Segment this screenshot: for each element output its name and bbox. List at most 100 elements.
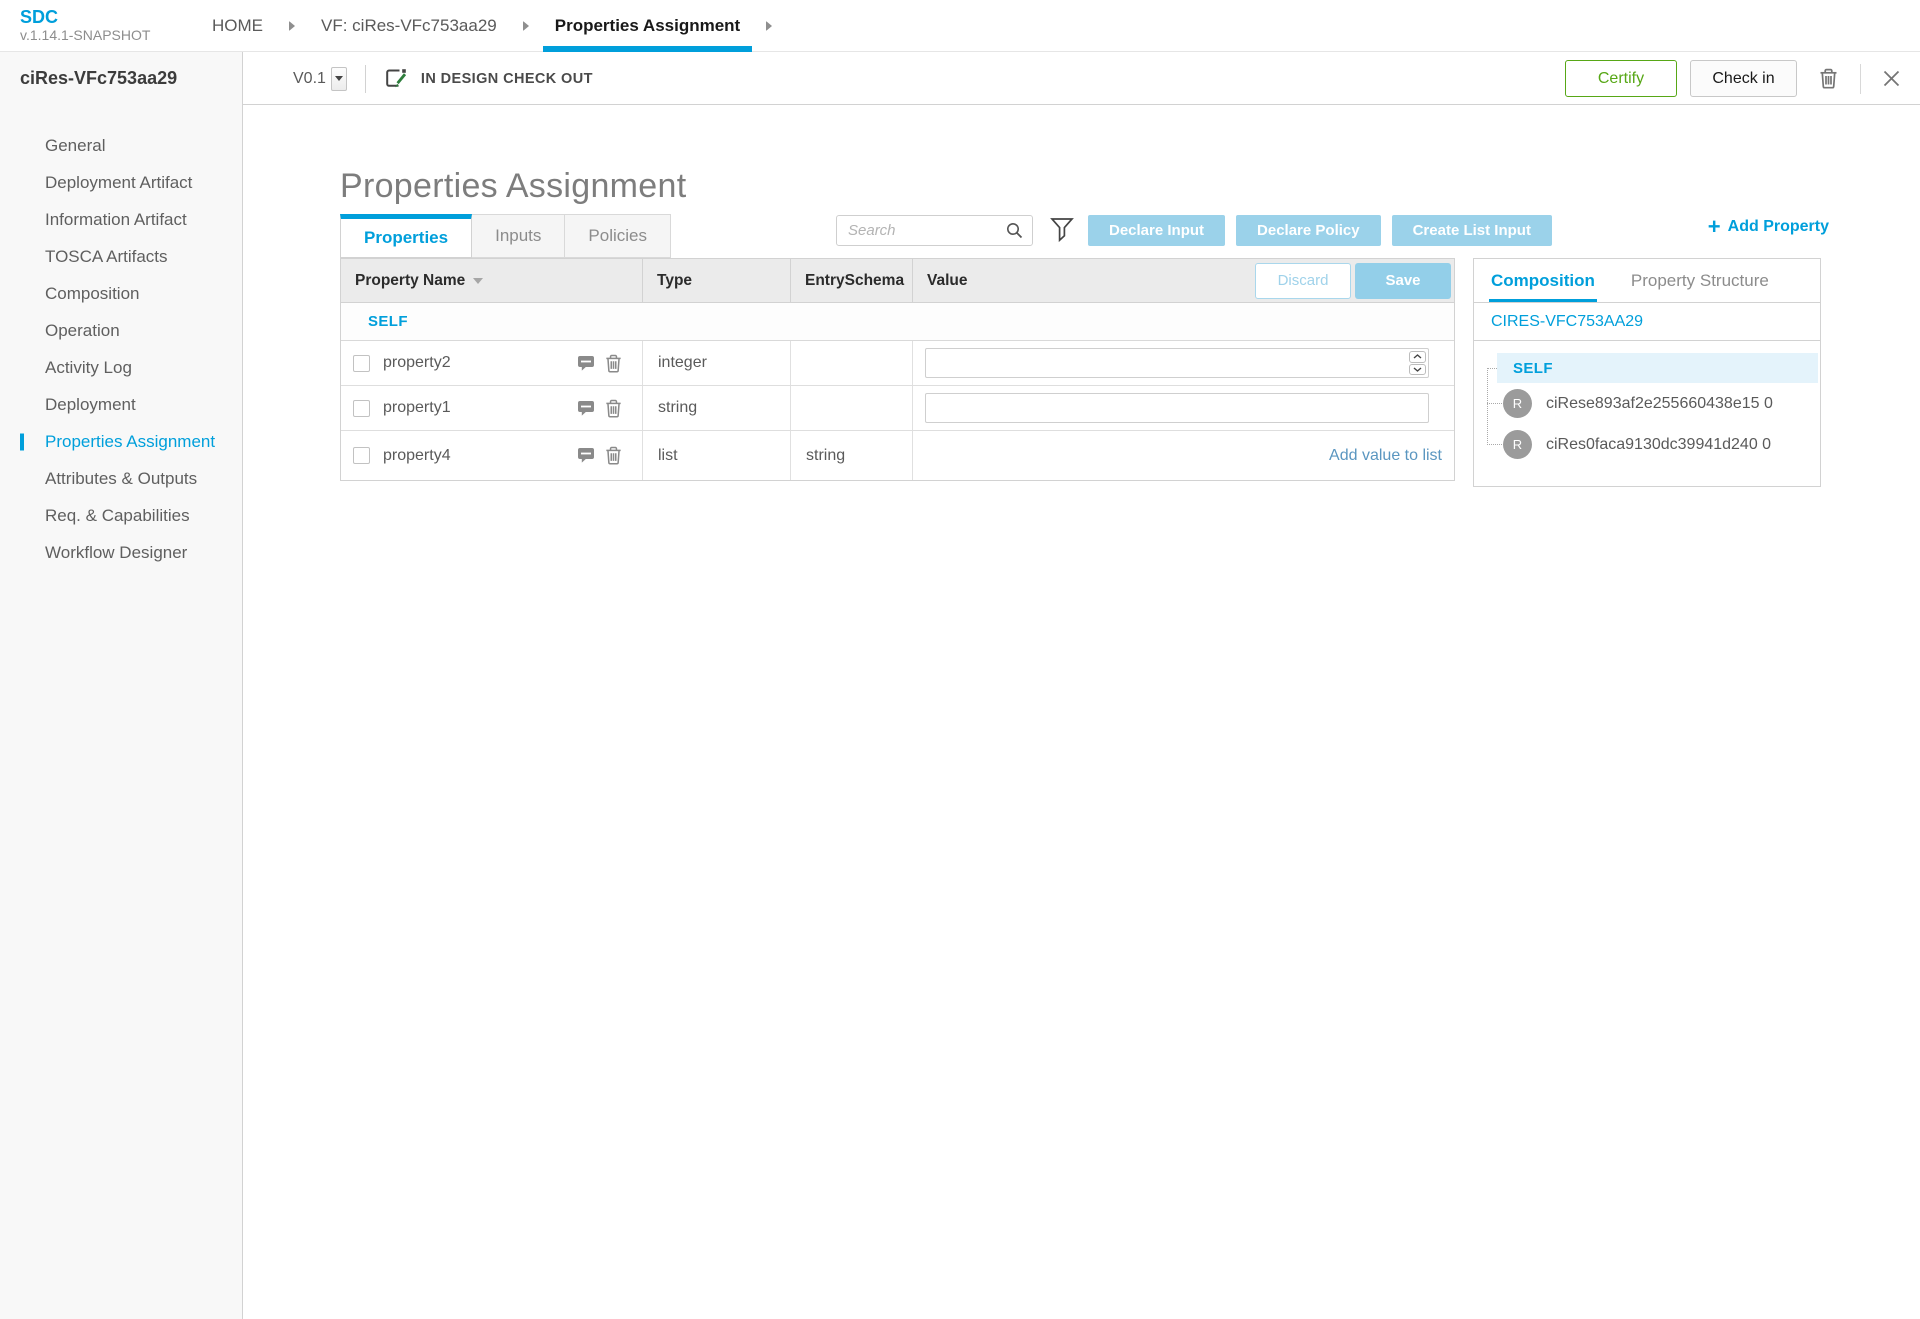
composition-component-title[interactable]: CIRES-VFC753AA29 [1474,303,1820,341]
table-row[interactable]: property1 string [341,386,1454,431]
sidebar-item-information-artifact[interactable]: Information Artifact [0,201,242,238]
page-title: Properties Assignment [340,167,687,205]
increment-button[interactable] [1409,351,1426,363]
workspace-actions: Certify Check in [1565,60,1900,97]
tab-inputs[interactable]: Inputs [471,214,566,258]
lifecycle-state: IN DESIGN CHECK OUT [420,70,593,87]
property-name: property1 [383,399,451,416]
add-property-button[interactable]: + Add Property [1707,214,1829,239]
search-icon [1006,222,1023,239]
column-property-name[interactable]: Property Name [341,259,643,302]
tree-connector-line [1487,368,1488,445]
sidebar-item-tosca-artifacts[interactable]: TOSCA Artifacts [0,238,242,275]
property2-value-input[interactable] [926,349,1428,377]
version-label: V0.1 [293,69,326,87]
breadcrumb: HOME VF: ciRes-VFc753aa29 Properties Ass… [200,0,786,52]
sdc-workspace-page: SDC v.1.14.1-SNAPSHOT HOME VF: ciRes-VFc… [0,0,1920,1319]
plus-icon: + [1707,214,1721,239]
property-type: integer [643,341,791,385]
property-entry-schema: string [791,431,913,480]
resource-avatar: R [1503,389,1532,418]
sidebar-item-req-capabilities[interactable]: Req. & Capabilities [0,497,242,534]
delete-property-icon[interactable] [605,354,622,373]
component-name-box: ciRes-VFc753aa29 [0,52,243,105]
breadcrumb-home[interactable]: HOME [200,0,275,52]
composition-panel-tabs: Composition Property Structure [1474,259,1820,303]
declare-actions: Declare Input Declare Policy Create List… [1088,215,1552,246]
declare-input-button[interactable]: Declare Input [1088,215,1226,246]
save-button[interactable]: Save [1355,262,1451,299]
tab-property-structure[interactable]: Property Structure [1631,259,1769,302]
sidebar-item-operation[interactable]: Operation [0,312,242,349]
comment-icon[interactable] [577,447,595,464]
create-list-input-button[interactable]: Create List Input [1391,215,1552,246]
table-row[interactable]: property2 integer [341,341,1454,386]
filter-icon[interactable] [1050,217,1074,244]
in-design-pencil-icon [384,67,409,90]
delete-property-icon[interactable] [605,399,622,418]
tree-connector-line [1487,403,1502,404]
app-name: SDC [20,7,59,27]
sidebar-item-attributes-outputs[interactable]: Attributes & Outputs [0,460,242,497]
value-field [925,393,1429,423]
tab-properties[interactable]: Properties [340,214,473,258]
check-in-button[interactable]: Check in [1690,60,1797,97]
comment-icon[interactable] [577,400,595,417]
divider [364,64,366,93]
properties-tabs: Properties Inputs Policies [340,214,671,258]
chevron-down-icon [334,76,343,81]
sidebar-item-deployment[interactable]: Deployment [0,386,242,423]
add-value-to-list-link[interactable]: Add value to list [1329,447,1442,465]
decrement-button[interactable] [1409,363,1426,375]
resource-label: ciRese893af2e255660438e15 0 [1546,394,1773,412]
row-checkbox[interactable] [353,399,370,417]
declare-policy-button[interactable]: Declare Policy [1236,215,1381,246]
column-type: Type [643,259,791,302]
add-property-label: Add Property [1727,218,1829,235]
value-field [925,348,1429,378]
sidebar-item-workflow-designer[interactable]: Workflow Designer [0,534,242,571]
breadcrumb-arrow-icon [766,21,773,31]
delete-property-icon[interactable] [605,446,622,465]
table-row[interactable]: property4 list string Add value to list [341,431,1454,480]
column-value: Value Discard Save [913,259,1454,302]
sidebar-item-general[interactable]: General [0,127,242,164]
property-type: list [643,431,791,480]
table-header-buttons: Discard Save [1255,262,1451,299]
sdc-logo[interactable]: SDC v.1.14.1-SNAPSHOT [20,7,150,44]
tree-node-self[interactable]: SELF [1497,353,1818,383]
delete-component-icon[interactable] [1819,68,1838,89]
row-checkbox[interactable] [353,354,370,372]
tree-node-resource[interactable]: R ciRese893af2e255660438e15 0 [1474,383,1820,424]
certify-button[interactable]: Certify [1565,60,1677,97]
property-entry-schema [791,341,913,385]
resource-label: ciRes0faca9130dc39941d240 0 [1546,435,1772,453]
composition-tree: SELF R ciRese893af2e255660438e15 0 R ciR… [1474,341,1820,487]
main-content: Properties Assignment Properties Inputs … [243,105,1920,1319]
breadcrumb-properties-assignment[interactable]: Properties Assignment [542,0,753,52]
number-spinner [1409,351,1426,375]
sidebar: General Deployment Artifact Information … [0,105,243,1319]
sidebar-item-composition[interactable]: Composition [0,275,242,312]
workspace-header: ciRes-VFc753aa29 V0.1 IN DESIGN CHECK OU… [0,52,1920,105]
tree-node-resource[interactable]: R ciRes0faca9130dc39941d240 0 [1474,424,1820,465]
sidebar-item-deployment-artifact[interactable]: Deployment Artifact [0,164,242,201]
comment-icon[interactable] [577,355,595,372]
resource-avatar: R [1503,430,1532,459]
app-version: v.1.14.1-SNAPSHOT [20,27,151,43]
search-input[interactable] [837,222,1006,239]
table-header: Property Name Type EntrySchema Value Dis… [341,259,1454,303]
row-checkbox[interactable] [353,447,370,464]
divider [1860,63,1861,94]
sidebar-item-properties-assignment[interactable]: Properties Assignment [0,423,242,460]
sidebar-item-activity-log[interactable]: Activity Log [0,349,242,386]
tab-composition[interactable]: Composition [1489,259,1597,302]
tab-policies[interactable]: Policies [564,214,671,258]
property1-value-input[interactable] [926,394,1428,422]
breadcrumb-vf[interactable]: VF: ciRes-VFc753aa29 [309,0,509,52]
breadcrumb-arrow-icon [522,21,529,31]
close-icon[interactable] [1883,70,1900,87]
version-select[interactable] [330,66,347,91]
discard-button[interactable]: Discard [1255,262,1351,299]
property-entry-schema [791,386,913,430]
